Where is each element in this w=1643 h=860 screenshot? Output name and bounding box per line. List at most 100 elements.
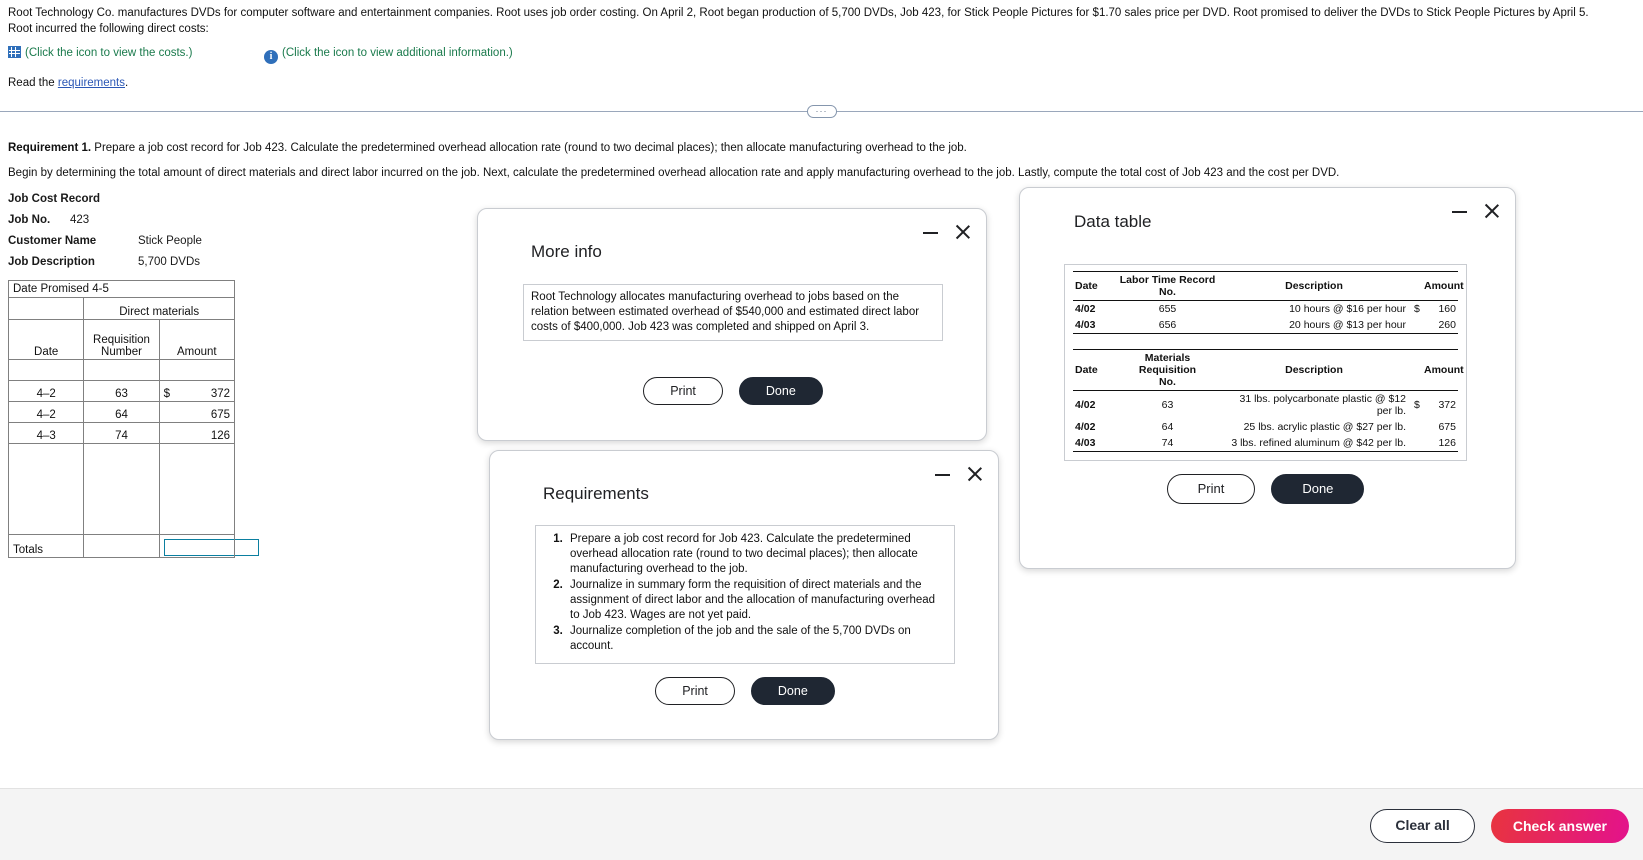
jcr-row-date: 4–3 [7,422,85,444]
job-cost-record-table: Date Promised 4-5 Direct materials Date … [7,280,259,558]
table-row: Date Promised 4-5 [8,280,235,298]
materials-col-description: Description [1220,349,1408,391]
more-info-dialog: More info Root Technology allocates manu… [477,208,987,441]
jcr-row-currency: $ [163,388,171,400]
jcr-col-requisition: Requisition Number [83,319,160,360]
jcr-fill-cell [7,443,85,535]
materials-row-currency: $ [1414,399,1420,411]
jcr-description-value: 5,700 DVDs [138,256,201,268]
materials-col-req-line2: Requisition [1138,364,1197,376]
info-circle-icon[interactable]: i [264,50,278,64]
problem-statement: Root Technology Co. manufactures DVDs fo… [8,6,1638,89]
requirements-list: Prepare a job cost record for Job 423. C… [544,532,946,654]
costs-link-label[interactable]: (Click the icon to view the costs.) [25,47,192,59]
jcr-col-date: Date [7,319,85,360]
jcr-row-amount: 675 [210,409,230,421]
table-row [7,359,236,381]
jcr-title: Job Cost Record [8,193,240,214]
table-row: 4/02 64 25 lbs. acrylic plastic @ $27 pe… [1073,419,1458,435]
read-requirements-line: Read the requirements. [8,77,1638,89]
labor-col-currency-spacer [1408,271,1422,301]
table-grid-icon[interactable] [8,46,21,58]
materials-row-req-no: 74 [1115,435,1220,452]
materials-col-req-no: Materials Requisition No. [1115,349,1220,391]
jcr-row-amount-cell: $372 [158,380,236,402]
labor-row-record-no: 656 [1115,317,1220,334]
print-button[interactable]: Print [1166,474,1256,504]
close-icon[interactable] [1483,202,1501,220]
list-item: Journalize completion of the job and the… [566,624,946,654]
icon-links-row: (Click the icon to view the costs.) i (Cl… [8,43,1638,64]
jcr-description-label: Job Description [8,256,95,268]
more-info-icon-link[interactable]: i (Click the icon to view additional info… [264,43,513,64]
print-button[interactable]: Print [655,677,735,705]
materials-row-description: 3 lbs. refined aluminum @ $42 per lb. [1220,435,1408,452]
info-link-label[interactable]: (Click the icon to view additional infor… [282,47,513,59]
jcr-totals-empty [83,534,160,558]
check-answer-button[interactable]: Check answer [1490,809,1629,843]
table-row: Date Requisition Number Amount [7,319,236,360]
jcr-spacer-cell [7,359,85,381]
materials-row-date: 4/02 [1075,399,1096,411]
jcr-customer-label: Customer Name [8,235,97,247]
jcr-col-requisition-line1: Requisition [93,334,150,346]
data-table-buttons: Print Done [1064,474,1467,504]
labor-and-materials-table: Date Labor Time Record No. Description A… [1073,271,1464,452]
close-icon[interactable] [954,223,972,241]
materials-col-req-line3: No. [1159,376,1176,388]
jcr-spacer-cell [158,359,236,381]
jcr-row-requisition: 64 [83,401,160,423]
jcr-row-requisition: 63 [83,380,160,402]
materials-row-currency [1408,419,1422,435]
panel-divider: ··· [0,105,1643,119]
table-row: 4/02 655 10 hours @ $16 per hour $ 160 [1073,301,1458,318]
jcr-totals-amount-input[interactable] [163,539,259,556]
costs-icon-link[interactable]: (Click the icon to view the costs.) [8,43,192,61]
labor-col-amount: Amount [1422,271,1464,301]
jcr-totals-amount-cell [158,534,259,558]
table-row: 4–2 64 675 [7,401,236,423]
divider-collapse-handle[interactable]: ··· [806,105,837,118]
requirement-1-heading: Requirement 1. Prepare a job cost record… [8,142,967,154]
minimize-icon[interactable] [934,465,952,483]
minimize-icon[interactable] [1451,202,1469,220]
jcr-job-no-value: 423 [70,214,90,226]
labor-row-currency [1408,317,1422,334]
spacer-cell [1115,334,1220,350]
more-info-title: More info [531,242,602,261]
labor-row-record-no: 655 [1158,303,1177,315]
jcr-col-amount: Amount [158,319,236,360]
jcr-col-requisition-line2: Number [101,346,142,358]
jcr-fill-cell [83,443,160,535]
problem-paragraph-2: Root incurred the following direct costs… [8,23,209,35]
materials-row-description: 25 lbs. acrylic plastic @ $27 per lb. [1243,421,1406,433]
clear-all-button[interactable]: Clear all [1370,809,1475,843]
labor-col-record-no: Labor Time Record No. [1115,271,1220,301]
materials-row-date: 4/02 [1075,421,1096,433]
requirement-1-hint: Begin by determining the total amount of… [8,167,1340,179]
table-row: 4/02 63 31 lbs. polycarbonate plastic @ … [1073,391,1458,420]
data-table-dialog: Data table Date Labor Time Record No. De… [1019,187,1516,569]
table-row: Date Labor Time Record No. Description A… [1073,271,1464,301]
list-item: Journalize in summary form the requisiti… [566,578,946,623]
bottom-action-bar: Clear all Check answer [0,788,1643,860]
table-row: 4–2 63 $372 [7,380,236,402]
requirements-link[interactable]: requirements [58,77,125,89]
read-prefix: Read the [8,77,58,89]
table-row: 4/03 656 20 hours @ $13 per hour 260 [1073,317,1458,334]
done-button[interactable]: Done [1271,474,1365,504]
minimize-icon[interactable] [922,223,940,241]
done-button[interactable]: Done [738,377,823,405]
done-button[interactable]: Done [750,677,835,705]
list-item: Prepare a job cost record for Job 423. C… [566,532,946,577]
print-button[interactable]: Print [643,377,723,405]
jcr-date-promised: Date Promised 4-5 [8,280,235,298]
jcr-spacer-cell [83,359,160,381]
more-info-body: Root Technology allocates manufacturing … [523,284,943,341]
materials-row-date: 4/03 [1073,435,1115,452]
materials-row-currency [1408,435,1422,452]
close-icon[interactable] [966,465,984,483]
materials-row-amount: 675 [1438,421,1456,433]
jcr-customer-value: Stick People [138,235,202,247]
read-suffix: . [125,77,129,89]
